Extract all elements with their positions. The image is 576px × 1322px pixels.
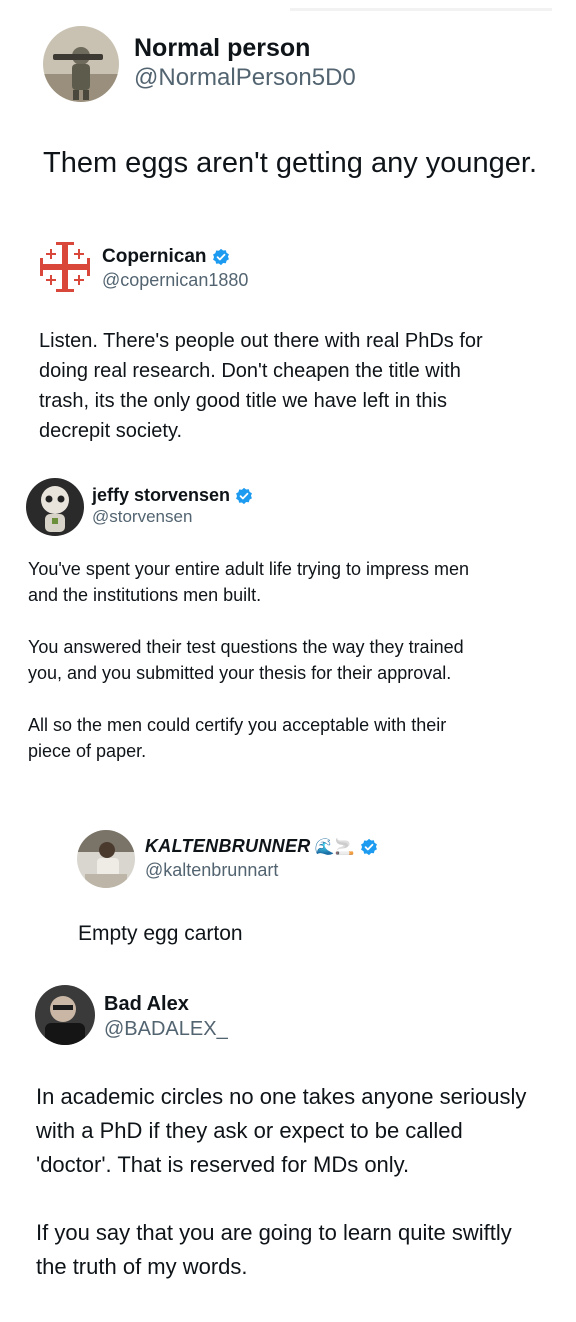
jerusalem-cross-icon: [36, 238, 94, 296]
wave-cigarette-emoji: 🌊🚬: [314, 837, 356, 856]
avatar-soldier-image: [43, 26, 119, 102]
display-name[interactable]: Copernican: [102, 246, 230, 268]
display-name[interactable]: Normal person: [134, 34, 310, 63]
avatar-photo-image: [77, 830, 135, 888]
tweet-text: You've spent your entire adult life tryi…: [28, 556, 488, 764]
tweet-paragraph: Empty egg carton: [78, 922, 243, 945]
tweet-paragraph: Listen. There's people out there with re…: [39, 330, 483, 442]
display-name-text: jeffy storvensen: [92, 485, 231, 505]
tweet-text: In academic circles no one takes anyone …: [36, 1080, 536, 1284]
avatar-kaltenbrunner[interactable]: [77, 830, 135, 888]
display-name-text: Copernican: [102, 246, 207, 267]
tweet-jeffy-storvensen: jeffy storvensen @storvensen You've spen…: [0, 470, 576, 810]
tweet-text: Listen. There's people out there with re…: [39, 326, 499, 446]
tweet-paragraph: You answered their test questions the wa…: [28, 637, 464, 683]
user-handle[interactable]: @storvensen: [92, 507, 192, 527]
verified-badge-icon: [235, 487, 253, 505]
avatar-bad-alex[interactable]: [35, 985, 95, 1045]
display-name[interactable]: Bad Alex: [104, 993, 189, 1016]
user-handle[interactable]: @kaltenbrunnart: [145, 860, 278, 881]
verified-badge-icon: [360, 838, 378, 856]
tweet-normal-person: Normal person @NormalPerson5D0 Them eggs…: [0, 0, 576, 210]
avatar-copernican[interactable]: [36, 238, 94, 296]
display-name-text: Bad Alex: [104, 993, 189, 1015]
display-name-text: KALTENBRUNNER: [145, 836, 311, 856]
avatar-jeffy-storvensen[interactable]: [26, 478, 84, 536]
verified-badge-icon: [212, 248, 230, 266]
avatar-normal-person[interactable]: [43, 26, 119, 102]
display-name[interactable]: KALTENBRUNNER 🌊🚬: [145, 836, 378, 857]
display-name-text: Normal person: [134, 34, 311, 62]
user-handle[interactable]: @NormalPerson5D0: [134, 64, 356, 92]
display-name[interactable]: jeffy storvensen: [92, 485, 253, 506]
tweet-copernican: Copernican @copernican1880 Listen. There…: [0, 230, 576, 460]
tweet-paragraph: If you say that you are going to learn q…: [36, 1220, 512, 1279]
tweet-kaltenbrunner: KALTENBRUNNER 🌊🚬 @kaltenbrunnart Empty e…: [0, 826, 576, 956]
user-handle[interactable]: @copernican1880: [102, 270, 248, 291]
tweet-paragraph: You've spent your entire adult life tryi…: [28, 559, 469, 605]
tweet-bad-alex: Bad Alex @BADALEX_ In academic circles n…: [0, 980, 576, 1300]
avatar-man-image: [35, 985, 95, 1045]
tweet-text: Them eggs aren't getting any younger.: [43, 146, 553, 180]
tweet-text: Empty egg carton: [78, 920, 518, 948]
avatar-robot-image: [26, 478, 84, 536]
tweet-paragraph: All so the men could certify you accepta…: [28, 715, 447, 761]
tweet-paragraph: Them eggs aren't getting any younger.: [43, 147, 538, 179]
user-handle[interactable]: @BADALEX_: [104, 1018, 228, 1041]
tweet-paragraph: In academic circles no one takes anyone …: [36, 1084, 527, 1177]
